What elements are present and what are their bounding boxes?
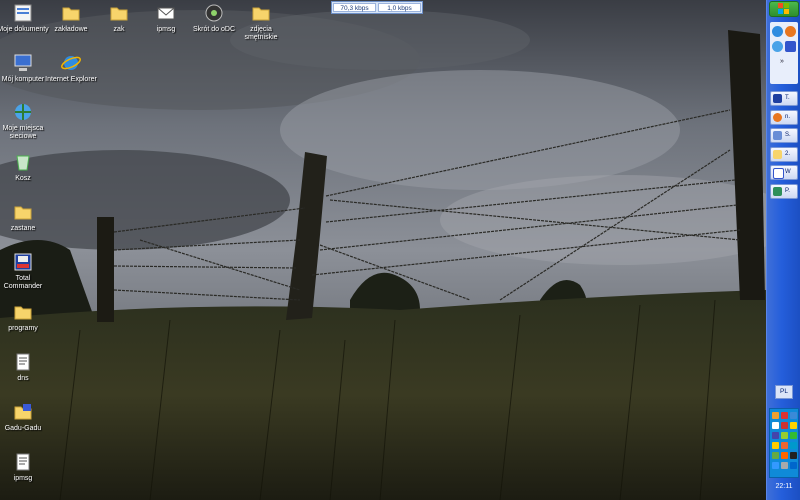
lock-icon[interactable] xyxy=(781,452,788,459)
envelope-icon[interactable] xyxy=(772,422,779,429)
desktop-icon-zak[interactable]: zak xyxy=(92,2,146,34)
internet-explorer-icon[interactable] xyxy=(772,26,783,37)
folder-icon xyxy=(14,206,32,220)
app-icon[interactable] xyxy=(790,412,797,419)
task-button-4[interactable]: 2. xyxy=(770,147,798,162)
internet-explorer-icon xyxy=(61,56,81,70)
sun-icon[interactable] xyxy=(772,412,779,419)
language-indicator[interactable]: PL xyxy=(775,385,793,399)
network-icon[interactable] xyxy=(772,41,783,52)
desktop-icon-ipmsg-shortcut[interactable]: ipmsg xyxy=(139,2,193,34)
firefox-icon xyxy=(773,113,782,122)
folder-icon xyxy=(252,7,270,21)
desktop-wallpaper xyxy=(0,0,766,500)
save-icon[interactable] xyxy=(785,41,796,52)
volume-icon[interactable] xyxy=(772,462,779,469)
recycle-bin-icon xyxy=(16,155,30,171)
alert-icon[interactable] xyxy=(781,412,788,419)
update-icon[interactable] xyxy=(781,432,788,439)
envelope-icon xyxy=(157,7,175,20)
document-icon xyxy=(773,168,784,179)
firefox-icon[interactable] xyxy=(781,442,788,449)
usb-icon[interactable] xyxy=(781,462,788,469)
desktop-icon-internet-explorer[interactable]: Internet Explorer xyxy=(44,52,98,84)
chevron-down-icon[interactable]: » xyxy=(780,58,784,65)
bluetooth-icon[interactable] xyxy=(790,462,797,469)
warning-icon[interactable] xyxy=(790,422,797,429)
text-file-icon xyxy=(16,453,30,471)
task-button-2[interactable]: n. xyxy=(770,110,798,125)
firefox-icon[interactable] xyxy=(785,26,796,37)
shortcut-dc-icon xyxy=(205,4,223,22)
task-button-6[interactable]: P. xyxy=(770,184,798,199)
text-file-icon xyxy=(16,353,30,371)
windows-logo-icon xyxy=(778,3,789,14)
total-commander-icon xyxy=(14,253,32,271)
messenger-icon[interactable] xyxy=(790,442,797,449)
total-commander-icon xyxy=(773,94,782,103)
display-icon[interactable] xyxy=(790,452,797,459)
desktop-icon-gadu-gadu[interactable]: Gadu-Gadu xyxy=(0,401,50,433)
desktop-icon-ipmsg[interactable]: ipmsg xyxy=(0,451,50,483)
desktop-icon-my-computer[interactable]: Mój komputer xyxy=(0,52,50,84)
quick-launch-bar: » xyxy=(770,22,798,84)
clock[interactable]: 22:11 xyxy=(767,481,800,493)
image-icon xyxy=(773,187,782,196)
my-documents-icon xyxy=(14,4,32,22)
desktop-icon-total-commander[interactable]: Total Commander xyxy=(0,251,50,291)
task-button-1[interactable]: T. xyxy=(770,91,798,106)
window-icon xyxy=(773,131,782,140)
folder-icon xyxy=(110,7,128,21)
desktop-icon-dns[interactable]: dns xyxy=(0,351,50,383)
antivirus-icon[interactable] xyxy=(790,432,797,439)
desktop-icon-programy[interactable]: programy xyxy=(0,301,50,333)
desktop-icon-odc-shortcut[interactable]: Skrót do oDC xyxy=(187,2,241,34)
upload-rate: 1,0 kbps xyxy=(378,3,421,12)
folder-icon xyxy=(773,150,782,159)
start-button[interactable] xyxy=(769,1,799,17)
app-icon[interactable] xyxy=(772,452,779,459)
taskbar: » T. n. S. 2. W P. PL 22:11 xyxy=(766,0,800,500)
folder-icon xyxy=(62,7,80,21)
folder-icon xyxy=(14,306,32,320)
desktop-icon-zastane[interactable]: zastane xyxy=(0,201,50,233)
desktop-icon-recycle-bin[interactable]: Kosz xyxy=(0,151,50,183)
shield-icon[interactable] xyxy=(781,422,788,429)
my-computer-icon xyxy=(14,54,32,71)
desktop-icon-network-places[interactable]: Moje miejsca sieciowe xyxy=(0,101,50,141)
system-tray xyxy=(769,408,799,478)
task-button-3[interactable]: S. xyxy=(770,128,798,143)
network-meter: 70,3 kbps 1,0 kbps xyxy=(331,1,423,14)
network-icon[interactable] xyxy=(772,432,779,439)
gadu-gadu-icon[interactable] xyxy=(772,442,779,449)
desktop-icon-my-documents[interactable]: Moje dokumenty xyxy=(0,2,50,34)
network-places-icon xyxy=(15,104,31,120)
gadu-gadu-icon xyxy=(14,404,32,420)
desktop-icon-zdjecia-smetniskie[interactable]: zdjęcia smętniskie xyxy=(234,2,288,42)
task-button-5[interactable]: W xyxy=(770,165,798,180)
desktop-icon-zakladowe[interactable]: zakładowe xyxy=(44,2,98,34)
download-rate: 70,3 kbps xyxy=(333,3,376,12)
